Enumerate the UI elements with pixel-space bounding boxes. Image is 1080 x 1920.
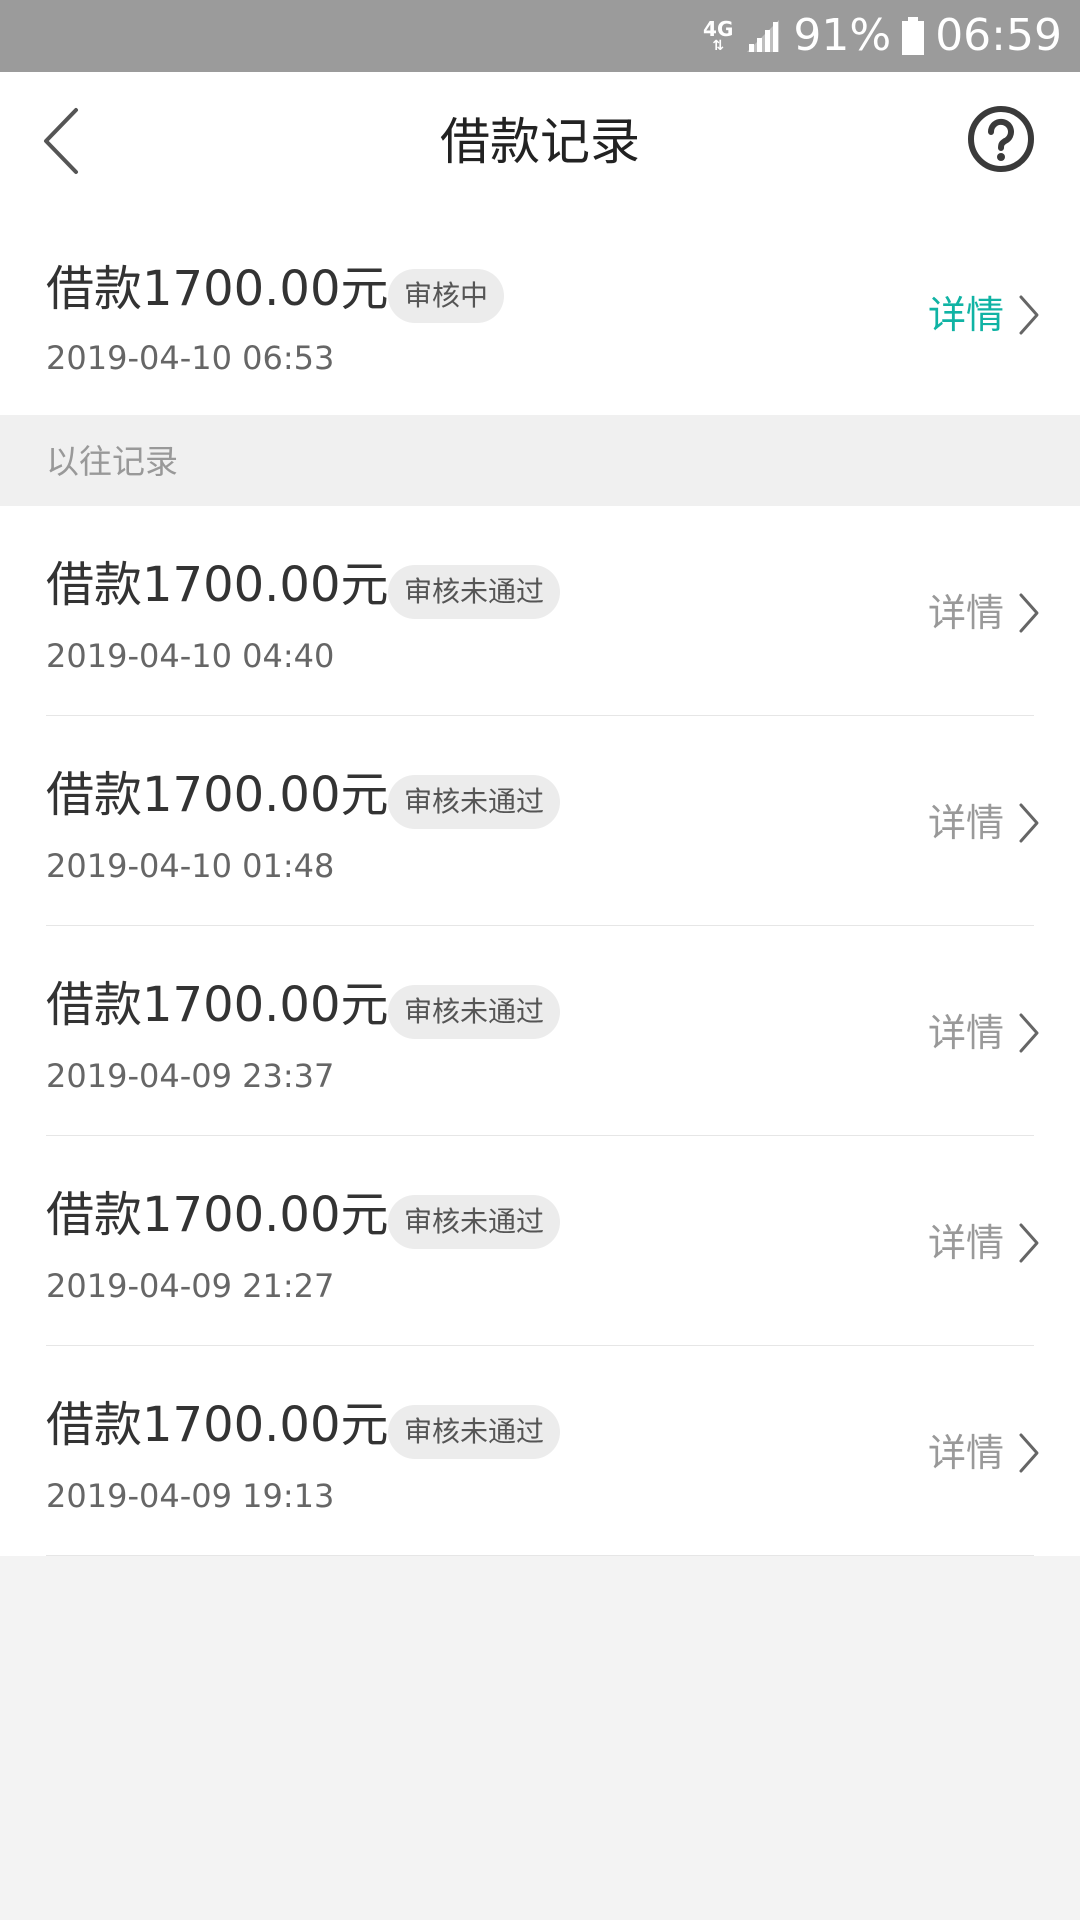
divider <box>46 1555 1034 1556</box>
record-amount: 借款1700.00元 <box>46 261 389 317</box>
nav-bar: 借款记录 <box>0 72 1080 212</box>
detail-label: 详情 <box>927 1431 1004 1475</box>
detail-link[interactable]: 详情 <box>928 588 1040 638</box>
record-amount: 借款1700.00元 <box>46 767 389 823</box>
status-badge: 审核未通过 <box>388 985 561 1039</box>
list-item[interactable]: 借款1700.00元 审核未通过 2019-04-10 01:48 详情 <box>0 716 1080 926</box>
chevron-right-icon <box>1019 1223 1039 1263</box>
list-item[interactable]: 借款1700.00元 审核未通过 2019-04-09 23:37 详情 <box>0 926 1080 1136</box>
history-list: 借款1700.00元 审核未通过 2019-04-10 04:40 详情 借款1… <box>0 506 1080 1556</box>
status-badge: 审核未通过 <box>388 1405 561 1459</box>
network-indicator: 4G ⇅ <box>703 19 733 53</box>
battery-percent: 91% <box>793 10 892 61</box>
detail-link[interactable]: 详情 <box>928 1218 1040 1268</box>
record-amount: 借款1700.00元 <box>46 977 389 1033</box>
detail-label: 详情 <box>927 1011 1004 1055</box>
detail-label: 详情 <box>927 1221 1004 1265</box>
list-item[interactable]: 借款1700.00元 审核未通过 2019-04-09 19:13 详情 <box>0 1346 1080 1556</box>
status-badge: 审核未通过 <box>388 775 561 829</box>
status-bar-right: 4G ⇅ 91% 06:59 <box>703 0 1062 72</box>
detail-link[interactable]: 详情 <box>928 290 1040 340</box>
current-record[interactable]: 借款1700.00元 审核中 2019-04-10 06:53 详情 <box>0 212 1080 422</box>
chevron-right-icon <box>1019 593 1039 633</box>
status-badge: 审核中 <box>388 269 505 323</box>
data-arrows-icon: ⇅ <box>712 38 725 54</box>
list-item[interactable]: 借款1700.00元 审核未通过 2019-04-09 21:27 详情 <box>0 1136 1080 1346</box>
record-date: 2019-04-10 04:40 <box>46 637 335 675</box>
detail-label: 详情 <box>927 591 1004 635</box>
chevron-right-icon <box>1019 1013 1039 1053</box>
signal-icon <box>747 20 780 52</box>
record-amount: 借款1700.00元 <box>46 557 389 613</box>
detail-link[interactable]: 详情 <box>928 1008 1040 1058</box>
record-amount: 借款1700.00元 <box>46 1397 389 1453</box>
detail-link[interactable]: 详情 <box>928 1428 1040 1478</box>
question-circle-icon[interactable] <box>966 104 1036 174</box>
record-date: 2019-04-09 21:27 <box>46 1267 335 1305</box>
record-date: 2019-04-09 23:37 <box>46 1057 335 1095</box>
chevron-right-icon <box>1019 803 1039 843</box>
network-type: 4G <box>703 17 734 41</box>
status-badge: 审核未通过 <box>388 1195 561 1249</box>
record-amount: 借款1700.00元 <box>46 1187 389 1243</box>
chevron-right-icon <box>1019 1433 1039 1473</box>
clock: 06:59 <box>935 10 1062 61</box>
detail-label: 详情 <box>927 801 1004 845</box>
status-badge: 审核未通过 <box>388 565 561 619</box>
chevron-right-icon <box>1019 295 1039 335</box>
status-bar: 4G ⇅ 91% 06:59 <box>0 0 1080 72</box>
list-item[interactable]: 借款1700.00元 审核未通过 2019-04-10 04:40 详情 <box>0 506 1080 716</box>
history-header-label: 以往记录 <box>46 442 178 481</box>
record-date: 2019-04-10 01:48 <box>46 847 335 885</box>
history-header: 以往记录 <box>0 415 1080 506</box>
detail-link[interactable]: 详情 <box>928 798 1040 848</box>
battery-icon <box>902 17 925 55</box>
record-date: 2019-04-10 06:53 <box>46 339 335 377</box>
page-title: 借款记录 <box>440 113 640 171</box>
record-date: 2019-04-09 19:13 <box>46 1477 335 1515</box>
detail-label: 详情 <box>927 293 1004 337</box>
